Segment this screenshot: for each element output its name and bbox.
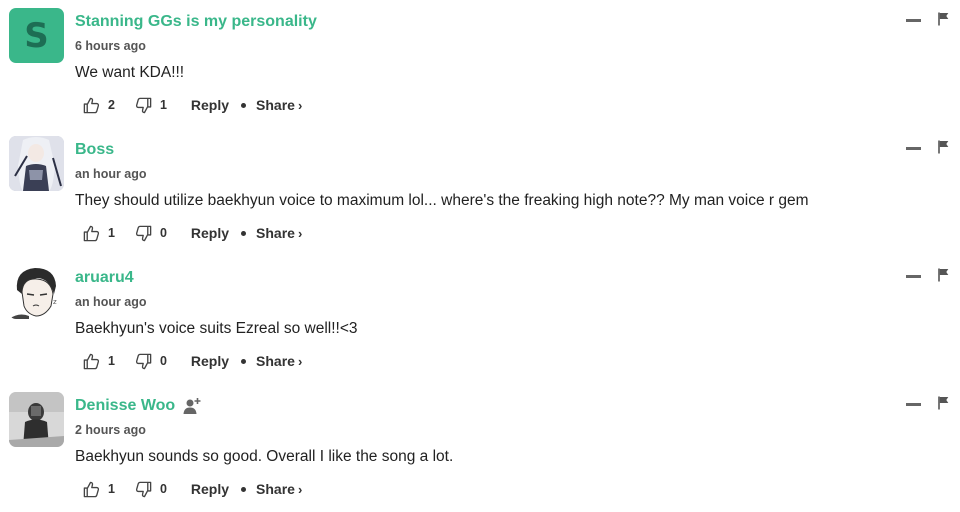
chevron-right-icon: ›: [297, 97, 303, 113]
upvote-count: 1: [108, 226, 115, 240]
thumbs-up-icon: [83, 225, 100, 241]
upvote-count: 1: [108, 354, 115, 368]
username[interactable]: Denisse Woo: [75, 397, 201, 415]
chevron-right-icon: ›: [297, 353, 303, 369]
comment-text: Baekhyun sounds so good. Overall I like …: [75, 448, 454, 465]
chevron-right-icon: ›: [297, 481, 303, 497]
comment-text: They should utilize baekhyun voice to ma…: [75, 192, 809, 209]
collapse-icon: [906, 403, 921, 406]
downvote-count: 0: [159, 226, 167, 240]
timestamp[interactable]: an hour ago: [75, 295, 147, 309]
comment-text: We want KDA!!!: [75, 64, 185, 81]
username-text[interactable]: Boss: [75, 141, 114, 159]
share-button[interactable]: Share ›: [256, 97, 302, 113]
comment-actions: 1 0 Reply Share ›: [82, 223, 302, 243]
flag-icon[interactable]: [938, 12, 950, 26]
share-button[interactable]: Share ›: [256, 353, 302, 369]
chevron-right-icon: ›: [297, 225, 303, 241]
thumbs-up-icon: [83, 353, 100, 369]
avatar-image: z: [9, 264, 64, 319]
comment: Denisse Woo 2 hours ago Baekhyun sounds …: [0, 384, 960, 512]
username[interactable]: Boss: [75, 141, 114, 159]
collapse-icon: [906, 147, 921, 150]
follow-user-icon[interactable]: [183, 397, 201, 415]
share-label: Share: [256, 97, 295, 113]
avatar[interactable]: [9, 136, 64, 191]
reply-button[interactable]: Reply: [191, 225, 229, 241]
timestamp[interactable]: 6 hours ago: [75, 39, 146, 53]
avatar[interactable]: S: [9, 8, 64, 63]
collapse-button[interactable]: [902, 396, 925, 413]
upvote-button[interactable]: 1: [82, 352, 134, 371]
share-label: Share: [256, 353, 295, 369]
collapse-button[interactable]: [902, 140, 925, 157]
separator-dot: [241, 486, 247, 492]
downvote-button[interactable]: 0: [134, 224, 186, 243]
thumbs-down-icon: [135, 481, 152, 497]
reply-button[interactable]: Reply: [191, 481, 229, 497]
reply-button[interactable]: Reply: [191, 353, 229, 369]
flag-icon[interactable]: [938, 396, 950, 410]
comment: Boss an hour ago They should utilize bae…: [0, 128, 960, 256]
share-label: Share: [256, 481, 295, 497]
username-text[interactable]: Stanning GGs is my personality: [75, 13, 317, 31]
username-text[interactable]: Denisse Woo: [75, 397, 175, 415]
share-label: Share: [256, 225, 295, 241]
username[interactable]: Stanning GGs is my personality: [75, 13, 317, 31]
share-button[interactable]: Share ›: [256, 481, 302, 497]
comment: S Stanning GGs is my personality 6 hours…: [0, 0, 960, 128]
comment-actions: 1 0 Reply Share ›: [82, 351, 302, 371]
collapse-icon: [906, 275, 921, 278]
thumbs-down-icon: [135, 97, 152, 113]
downvote-count: 1: [159, 98, 167, 112]
svg-text:z: z: [53, 298, 57, 306]
avatar[interactable]: [9, 392, 64, 447]
comment-text: Baekhyun's voice suits Ezreal so well!!<…: [75, 320, 358, 337]
thumbs-up-icon: [83, 481, 100, 497]
flag-icon[interactable]: [938, 268, 950, 282]
comment-actions: 2 1 Reply Share ›: [82, 95, 302, 115]
share-button[interactable]: Share ›: [256, 225, 302, 241]
downvote-button[interactable]: 1: [134, 96, 186, 115]
avatar-image: [9, 392, 64, 447]
downvote-button[interactable]: 0: [134, 352, 186, 371]
avatar[interactable]: z: [9, 264, 64, 319]
upvote-count: 1: [108, 482, 115, 496]
timestamp[interactable]: an hour ago: [75, 167, 147, 181]
avatar-image: [9, 136, 64, 191]
upvote-count: 2: [108, 98, 115, 112]
timestamp[interactable]: 2 hours ago: [75, 423, 146, 437]
comment-actions: 1 0 Reply Share ›: [82, 479, 302, 499]
downvote-button[interactable]: 0: [134, 480, 186, 499]
comment: z aruaru4 an hour ago Baekhyun's voice s…: [0, 256, 960, 384]
downvote-count: 0: [159, 482, 167, 496]
upvote-button[interactable]: 1: [82, 480, 134, 499]
separator-dot: [241, 230, 247, 236]
collapse-icon: [906, 19, 921, 22]
collapse-button[interactable]: [902, 12, 925, 29]
thumbs-down-icon: [135, 353, 152, 369]
username[interactable]: aruaru4: [75, 269, 134, 287]
collapse-button[interactable]: [902, 268, 925, 285]
reply-button[interactable]: Reply: [191, 97, 229, 113]
upvote-button[interactable]: 1: [82, 224, 134, 243]
thumbs-up-icon: [83, 97, 100, 113]
upvote-button[interactable]: 2: [82, 96, 134, 115]
separator-dot: [241, 358, 247, 364]
username-text[interactable]: aruaru4: [75, 269, 134, 287]
separator-dot: [241, 102, 247, 108]
flag-icon[interactable]: [938, 140, 950, 154]
thumbs-down-icon: [135, 225, 152, 241]
downvote-count: 0: [159, 354, 167, 368]
